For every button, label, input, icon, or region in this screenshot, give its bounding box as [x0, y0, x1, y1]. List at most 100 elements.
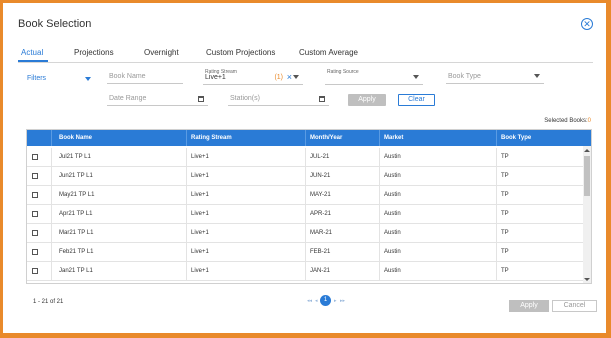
cell-month-year: MAR-21 [310, 230, 333, 236]
cell-rating-stream: Live+1 [191, 268, 209, 274]
cell-market: Austin [384, 173, 401, 179]
cell-market: Austin [384, 268, 401, 274]
rating-stream-select[interactable]: Rating Stream Live+1 (1) × [203, 69, 303, 85]
column-divider [51, 186, 52, 204]
tabs-divider [18, 62, 593, 63]
row-checkbox[interactable] [32, 249, 38, 255]
prev-page-icon[interactable]: ◂ [315, 298, 318, 304]
cell-book-name: Apr21 TP L1 [59, 211, 93, 217]
cell-month-year: MAY-21 [310, 192, 331, 198]
tab-custom-average[interactable]: Custom Average [299, 48, 358, 57]
row-checkbox[interactable] [32, 230, 38, 236]
cell-book-type: TP [501, 249, 509, 255]
row-checkbox[interactable] [32, 154, 38, 160]
column-divider [496, 186, 497, 204]
cell-rating-stream: Live+1 [191, 249, 209, 255]
column-divider [496, 130, 497, 146]
column-divider [496, 224, 497, 242]
filter-apply-button[interactable]: Apply [348, 94, 386, 106]
last-page-icon[interactable]: ▸▸ [340, 298, 345, 304]
column-divider [496, 243, 497, 261]
cell-book-name: Jun21 TP L1 [59, 173, 93, 179]
cell-month-year: JAN-21 [310, 268, 331, 274]
scroll-up-icon[interactable] [584, 149, 590, 152]
column-divider [379, 167, 380, 185]
column-divider [51, 243, 52, 261]
close-icon[interactable]: ✕ [581, 18, 593, 30]
column-header-rating-stream[interactable]: Rating Stream [191, 135, 232, 141]
next-page-icon[interactable]: ▸ [334, 298, 337, 304]
row-checkbox[interactable] [32, 268, 38, 274]
table-row[interactable]: Mar21 TP L1 Live+1 MAR-21 Austin TP [27, 224, 584, 243]
column-divider [379, 130, 380, 146]
filter-clear-button[interactable]: Clear [398, 94, 435, 106]
page-number-current[interactable]: 1 [320, 295, 331, 306]
cell-book-name: Jul21 TP L1 [59, 154, 91, 160]
calendar-icon[interactable] [198, 96, 204, 102]
table-row[interactable]: Jun21 TP L1 Live+1 JUN-21 Austin TP [27, 167, 584, 186]
book-name-input[interactable]: Book Name [107, 70, 183, 84]
book-selection-dialog: Book Selection ✕ Actual Projections Over… [3, 3, 606, 333]
apply-button[interactable]: Apply [509, 300, 549, 312]
first-page-icon[interactable]: ◂◂ [307, 298, 312, 304]
clear-icon[interactable]: × [287, 73, 292, 82]
table-row[interactable]: Jul21 TP L1 Live+1 JUL-21 Austin TP [27, 148, 584, 167]
stations-input[interactable]: Station(s) [228, 92, 329, 106]
cell-book-name: Feb21 TP L1 [59, 249, 94, 255]
chevron-down-icon[interactable] [413, 75, 419, 79]
column-divider [379, 148, 380, 166]
column-divider [186, 243, 187, 261]
column-header-book-type[interactable]: Book Type [501, 135, 531, 141]
cell-book-type: TP [501, 268, 509, 274]
column-divider [305, 243, 306, 261]
column-divider [496, 262, 497, 280]
cell-rating-stream: Live+1 [191, 192, 209, 198]
table-scrollbar[interactable] [583, 146, 591, 283]
tab-custom-projections[interactable]: Custom Projections [206, 48, 275, 57]
column-divider [305, 186, 306, 204]
date-range-placeholder: Date Range [109, 95, 147, 102]
column-header-market[interactable]: Market [384, 135, 403, 141]
row-checkbox[interactable] [32, 192, 38, 198]
cell-month-year: FEB-21 [310, 249, 331, 255]
column-header-month-year[interactable]: Month/Year [310, 135, 342, 141]
filters-toggle[interactable]: Filters [27, 75, 46, 82]
table-row[interactable]: Jan21 TP L1 Live+1 JAN-21 Austin TP [27, 262, 584, 281]
book-type-placeholder: Book Type [448, 73, 481, 80]
column-divider [305, 148, 306, 166]
chevron-down-icon[interactable] [534, 74, 540, 78]
column-divider [379, 243, 380, 261]
column-divider [51, 148, 52, 166]
cell-month-year: APR-21 [310, 211, 332, 217]
date-range-input[interactable]: Date Range [107, 92, 208, 106]
cancel-button[interactable]: Cancel [552, 300, 597, 312]
chevron-down-icon[interactable] [85, 77, 91, 81]
tab-overnight[interactable]: Overnight [144, 48, 179, 57]
cell-book-type: TP [501, 192, 509, 198]
cell-rating-stream: Live+1 [191, 230, 209, 236]
cell-market: Austin [384, 211, 401, 217]
row-checkbox[interactable] [32, 211, 38, 217]
table-row[interactable]: May21 TP L1 Live+1 MAY-21 Austin TP [27, 186, 584, 205]
scrollbar-thumb[interactable] [584, 156, 590, 196]
column-divider [305, 167, 306, 185]
table-row[interactable]: Feb21 TP L1 Live+1 FEB-21 Austin TP [27, 243, 584, 262]
cell-market: Austin [384, 192, 401, 198]
column-divider [51, 130, 52, 146]
row-checkbox[interactable] [32, 173, 38, 179]
column-divider [51, 262, 52, 280]
tab-projections[interactable]: Projections [74, 48, 114, 57]
rating-source-select[interactable]: Rating Source [325, 69, 423, 85]
tab-actual[interactable]: Actual [21, 48, 43, 57]
scroll-down-icon[interactable] [584, 278, 590, 281]
column-divider [51, 167, 52, 185]
book-type-select[interactable]: Book Type [446, 70, 544, 84]
column-divider [305, 205, 306, 223]
selected-books-label: Selected Books: [544, 118, 588, 124]
station-picker-icon[interactable] [319, 96, 325, 102]
column-header-book-name[interactable]: Book Name [59, 135, 92, 141]
cell-month-year: JUL-21 [310, 154, 330, 160]
column-divider [186, 262, 187, 280]
chevron-down-icon[interactable] [293, 75, 299, 79]
table-row[interactable]: Apr21 TP L1 Live+1 APR-21 Austin TP [27, 205, 584, 224]
